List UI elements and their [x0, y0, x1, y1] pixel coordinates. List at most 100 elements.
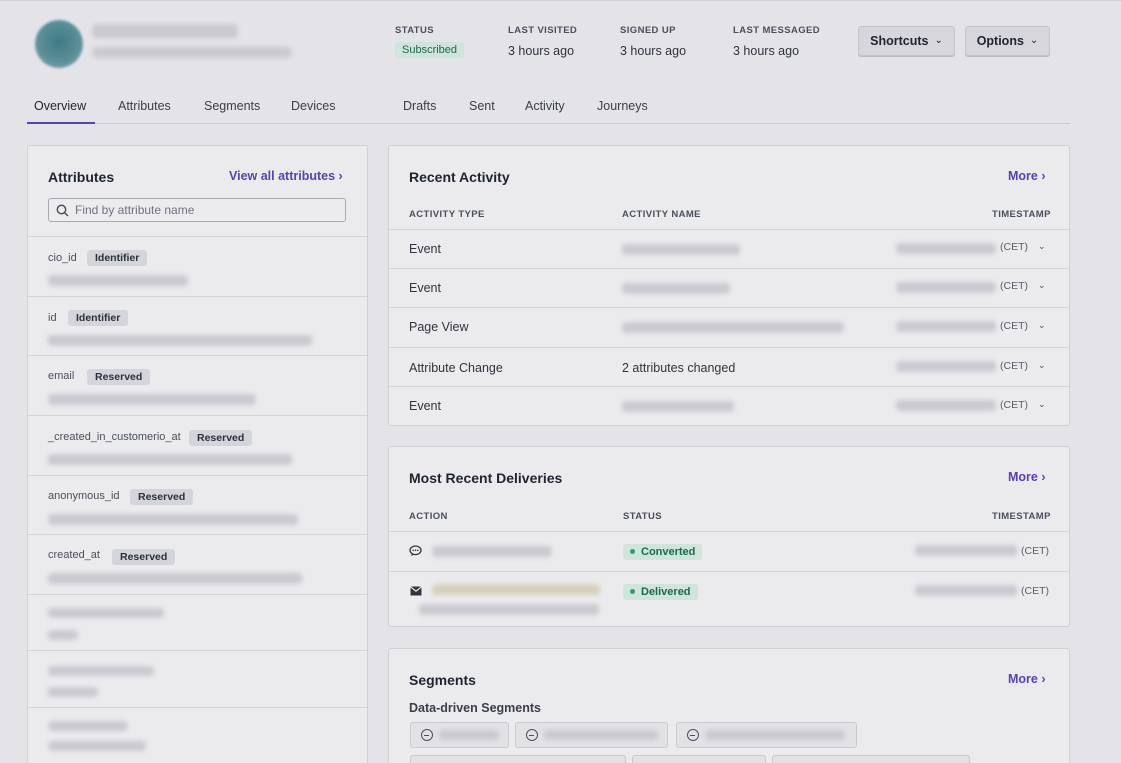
search-icon	[56, 204, 69, 217]
activity-name-redacted	[622, 322, 844, 333]
status-badge: Delivered	[623, 584, 698, 600]
activity-type: Attribute Change	[409, 361, 503, 375]
status-badge: Subscribed	[395, 42, 465, 58]
delivery-row[interactable]: Converted (CET)	[389, 531, 1069, 571]
attribute-tag: Reserved	[189, 430, 253, 446]
customer-name-redacted	[92, 24, 238, 38]
timestamp-redacted	[896, 321, 996, 332]
timestamp-redacted	[896, 400, 996, 411]
segment-chip[interactable]	[676, 722, 857, 748]
attribute-row[interactable]	[28, 594, 367, 650]
recent-activity-more-link[interactable]: More ›	[1008, 169, 1046, 183]
status-text: Converted	[641, 546, 696, 558]
chevron-down-icon[interactable]: ⌄	[1038, 360, 1046, 371]
attribute-row[interactable]: id Identifier	[28, 296, 367, 355]
attribute-row[interactable]	[28, 650, 367, 707]
attribute-key: cio_id	[48, 252, 77, 264]
timezone: (CET)	[1021, 545, 1049, 557]
timezone: (CET)	[1000, 280, 1028, 292]
attribute-value-redacted	[48, 741, 146, 751]
attribute-tag: Reserved	[130, 489, 194, 505]
activity-name-redacted	[622, 283, 730, 294]
segment-icon	[526, 729, 538, 741]
chevron-down-icon: ⌄	[934, 34, 943, 46]
timezone: (CET)	[1000, 399, 1028, 411]
timestamp-redacted	[915, 585, 1017, 596]
options-button[interactable]: Options ⌄	[965, 26, 1050, 56]
segment-chip[interactable]	[632, 755, 766, 763]
attribute-row[interactable]: anonymous_id Reserved	[28, 475, 367, 534]
segment-chip[interactable]	[410, 722, 509, 748]
last-messaged-value: 3 hours ago	[733, 44, 800, 58]
deliveries-more-link[interactable]: More ›	[1008, 470, 1046, 484]
attribute-row[interactable]: email Reserved	[28, 355, 367, 415]
data-driven-segments-label: Data-driven Segments	[409, 701, 541, 715]
activity-row[interactable]: Event (CET) ⌄	[389, 268, 1069, 307]
attribute-key: _created_in_customerio_at	[48, 431, 181, 443]
activity-row[interactable]: Attribute Change 2 attributes changed (C…	[389, 347, 1069, 386]
segment-chip[interactable]	[515, 722, 668, 748]
col-status: STATUS	[623, 511, 662, 522]
delivery-row[interactable]: Delivered (CET)	[389, 571, 1069, 626]
tab-drafts[interactable]: Drafts	[403, 99, 436, 113]
activity-name-redacted	[622, 401, 734, 412]
attribute-value-redacted	[48, 335, 312, 346]
activity-row[interactable]: Event (CET) ⌄	[389, 386, 1069, 425]
timestamp-redacted	[896, 282, 996, 293]
segment-name-redacted	[705, 730, 845, 740]
segment-icon	[687, 729, 699, 741]
signed-up-label: SIGNED UP	[620, 25, 676, 36]
segment-chip[interactable]	[410, 755, 626, 763]
tab-segments[interactable]: Segments	[204, 99, 260, 113]
chevron-down-icon[interactable]: ⌄	[1038, 320, 1046, 331]
chevron-down-icon[interactable]: ⌄	[1038, 280, 1046, 291]
segments-more-link[interactable]: More ›	[1008, 672, 1046, 686]
chevron-down-icon[interactable]: ⌄	[1038, 241, 1046, 252]
active-tab-indicator	[27, 122, 95, 124]
segment-chip[interactable]	[772, 755, 970, 763]
attribute-value-redacted	[48, 630, 78, 640]
timestamp-redacted	[896, 361, 996, 372]
activity-type: Event	[409, 399, 441, 413]
attribute-value-redacted	[48, 573, 302, 584]
attribute-row[interactable]: created_at Reserved	[28, 534, 367, 594]
tab-sent[interactable]: Sent	[469, 99, 495, 113]
col-activity-name: ACTIVITY NAME	[622, 209, 701, 220]
envelope-icon	[410, 586, 422, 596]
activity-type: Page View	[409, 320, 469, 334]
attribute-tag: Identifier	[87, 250, 148, 266]
attribute-search[interactable]	[48, 198, 346, 222]
profile-tabs: Overview Attributes Segments Devices Dra…	[27, 96, 1070, 124]
attribute-key-redacted	[48, 721, 128, 731]
tab-devices[interactable]: Devices	[291, 99, 335, 113]
activity-row[interactable]: Page View (CET) ⌄	[389, 307, 1069, 347]
tab-activity[interactable]: Activity	[525, 99, 565, 113]
attribute-key: id	[48, 312, 57, 324]
attribute-value-redacted	[48, 454, 292, 465]
segments-title: Segments	[409, 672, 476, 688]
attribute-key: email	[48, 370, 75, 382]
last-messaged-label: LAST MESSAGED	[733, 25, 821, 36]
segment-name-redacted	[544, 730, 658, 740]
attribute-row[interactable]: cio_id Identifier	[28, 236, 367, 296]
message-name-redacted	[432, 546, 552, 557]
attribute-value-redacted	[48, 514, 298, 525]
top-divider	[0, 0, 1121, 1]
tab-attributes[interactable]: Attributes	[118, 99, 171, 113]
chevron-down-icon[interactable]: ⌄	[1038, 399, 1046, 410]
activity-row[interactable]: Event (CET) ⌄	[389, 229, 1069, 268]
tab-overview[interactable]: Overview	[34, 99, 86, 113]
timezone: (CET)	[1000, 241, 1028, 253]
shortcuts-button[interactable]: Shortcuts ⌄	[858, 26, 955, 56]
col-timestamp: TIMESTAMP	[992, 209, 1051, 220]
timezone: (CET)	[1021, 585, 1049, 597]
tab-journeys[interactable]: Journeys	[597, 99, 648, 113]
attribute-key: anonymous_id	[48, 490, 120, 502]
view-all-attributes-link[interactable]: View all attributes ›	[229, 169, 343, 183]
attribute-value-redacted	[48, 394, 256, 405]
attribute-row[interactable]	[28, 707, 367, 763]
col-action: ACTION	[409, 511, 448, 522]
attribute-search-input[interactable]	[75, 203, 335, 217]
attribute-row[interactable]: _created_in_customerio_at Reserved	[28, 415, 367, 475]
last-visited-value: 3 hours ago	[508, 44, 575, 58]
